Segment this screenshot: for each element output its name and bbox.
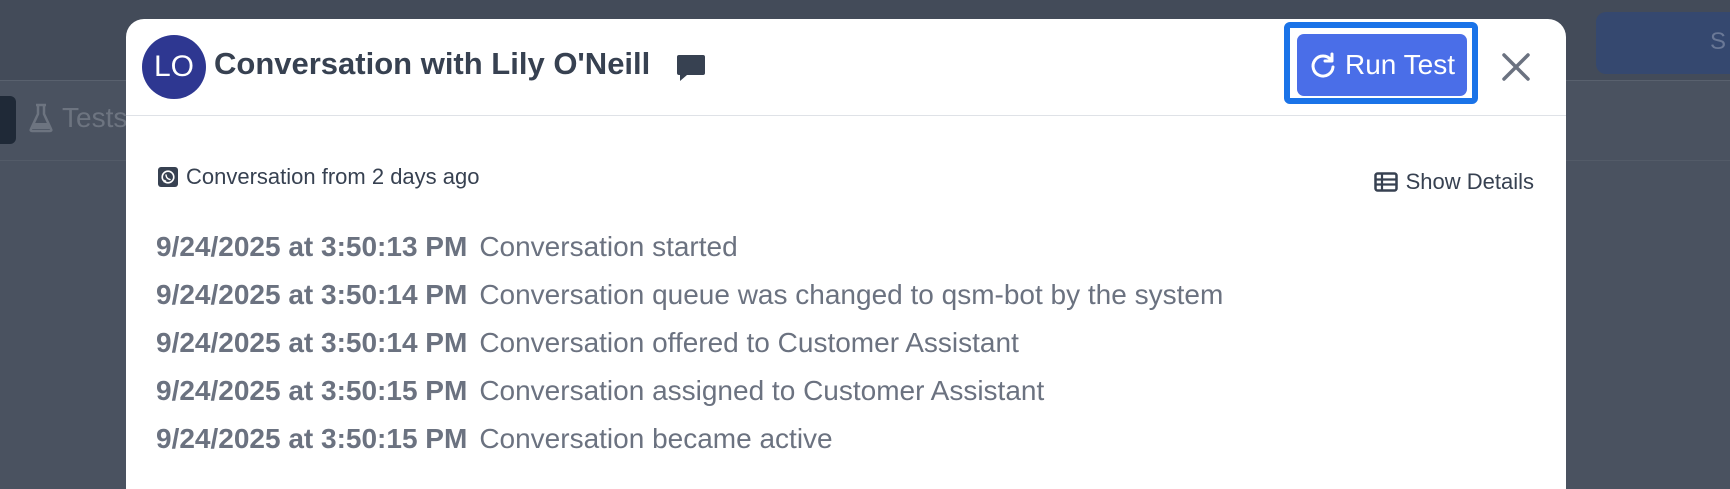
event-description: Conversation offered to Customer Assista… [479,327,1019,358]
background-tab-accent [0,96,16,144]
event-description: Conversation queue was changed to qsm-bo… [479,279,1224,310]
refresh-icon [1311,52,1335,78]
show-details-button[interactable]: Show Details [1373,169,1534,195]
event-row: 9/24/2025 at 3:50:13 PM Conversation sta… [156,223,1223,271]
event-description: Conversation assigned to Customer Assist… [479,375,1045,406]
whatsapp-icon [158,167,178,187]
event-row: 9/24/2025 at 3:50:14 PM Conversation que… [156,271,1223,319]
close-button[interactable] [1496,47,1536,87]
background-tab-tests: Tests [28,102,127,134]
show-details-label: Show Details [1405,169,1534,194]
event-description: Conversation started [479,231,738,262]
event-timestamp: 9/24/2025 at 3:50:15 PM [156,375,468,406]
event-timestamp: 9/24/2025 at 3:50:14 PM [156,327,468,358]
conversation-info: Conversation from 2 days ago [158,164,480,190]
event-description: Conversation became active [479,423,833,454]
chat-bubble-icon [677,55,705,81]
event-list: 9/24/2025 at 3:50:13 PM Conversation sta… [156,223,1223,463]
event-row: 9/24/2025 at 3:50:15 PM Conversation bec… [156,415,1223,463]
event-row: 9/24/2025 at 3:50:14 PM Conversation off… [156,319,1223,367]
background-tab-label: Tests [62,102,128,133]
conversation-modal: LO Conversation with Lily O'Neill Run Te… [126,19,1566,489]
background-button-label: S [1710,28,1727,55]
event-timestamp: 9/24/2025 at 3:50:14 PM [156,279,468,310]
modal-title: Conversation with Lily O'Neill [214,46,651,81]
avatar: LO [142,35,206,99]
event-timestamp: 9/24/2025 at 3:50:13 PM [156,231,468,262]
run-test-button[interactable]: Run Test [1297,34,1467,96]
modal-header: LO Conversation with Lily O'Neill Run Te… [126,19,1566,116]
run-test-label: Run Test [1345,49,1455,80]
flask-icon [29,103,53,133]
event-timestamp: 9/24/2025 at 3:50:15 PM [156,423,468,454]
event-row: 9/24/2025 at 3:50:15 PM Conversation ass… [156,367,1223,415]
close-icon [1502,53,1530,81]
conversation-info-text: Conversation from 2 days ago [186,164,480,189]
table-list-icon [1373,172,1398,192]
